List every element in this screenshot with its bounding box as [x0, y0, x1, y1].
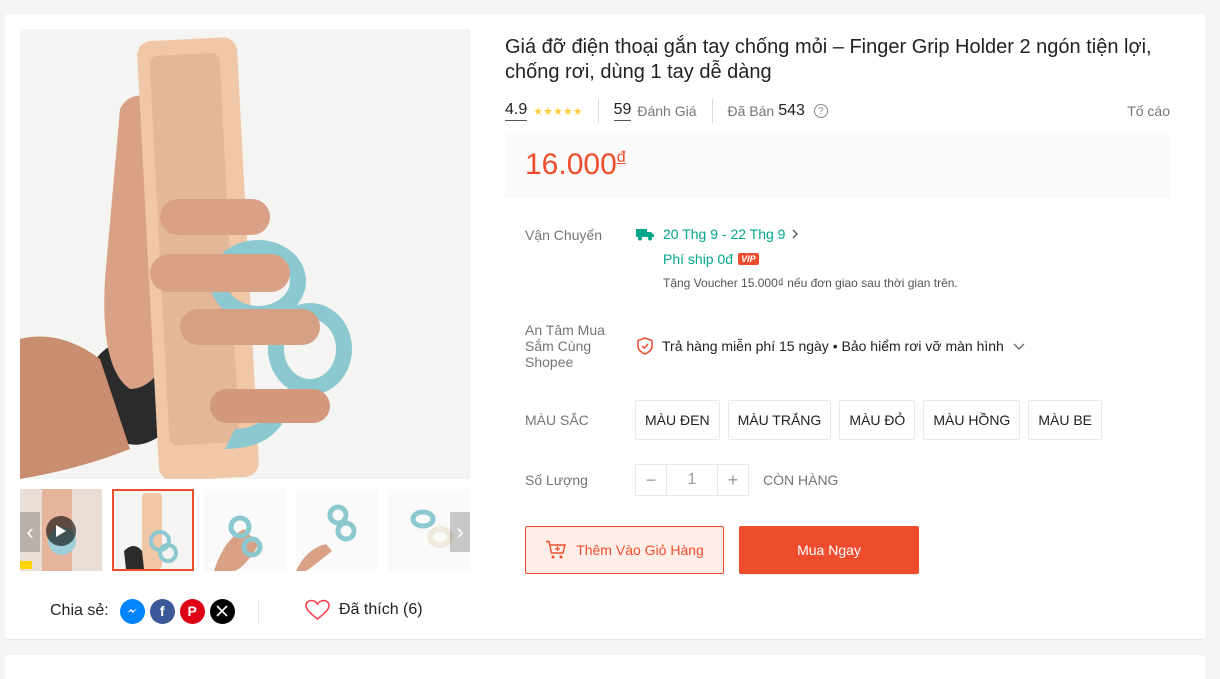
rating-stars: ★★★★★: [533, 105, 583, 118]
stock-status: CÒN HÀNG: [763, 472, 839, 488]
messenger-icon[interactable]: [119, 598, 145, 624]
share-label: Chia sẻ:: [50, 602, 109, 619]
quantity-increase-button[interactable]: +: [717, 464, 749, 496]
color-option-white[interactable]: MÀU TRẮNG: [727, 400, 832, 440]
thumbnail-next-arrow[interactable]: ›: [450, 512, 470, 552]
shipping-fee: Phí ship 0đ VIP: [663, 251, 759, 267]
reviews-count[interactable]: 59: [613, 101, 632, 121]
play-icon: [46, 516, 76, 546]
thumbnail-image[interactable]: [112, 489, 194, 571]
share-divider: [258, 599, 259, 625]
add-to-cart-button[interactable]: Thêm Vào Giỏ Hàng: [525, 526, 724, 574]
thumbnail-prev-arrow[interactable]: ‹: [20, 512, 40, 552]
chevron-down-icon: [1013, 343, 1025, 350]
quantity-stepper: − 1 +: [635, 464, 749, 496]
cart-icon: [546, 540, 567, 559]
color-option-pink[interactable]: MÀU HỒNG: [923, 400, 1021, 440]
shipping-label: Vận Chuyển: [525, 227, 603, 243]
reviews-label: Đánh Giá: [637, 103, 697, 119]
x-icon[interactable]: [209, 598, 235, 624]
price: 16.000đ: [525, 148, 626, 181]
quantity-input[interactable]: 1: [667, 464, 717, 496]
product-card: ‹ › Chia sẻ: f P Đã thích (6) Giá đỡ điệ…: [5, 14, 1205, 639]
stats-divider: [597, 99, 599, 123]
truck-icon: [636, 229, 654, 241]
color-option-beige[interactable]: MÀU BE: [1028, 400, 1102, 440]
color-option-black[interactable]: MÀU ĐEN: [635, 400, 720, 440]
color-label: MÀU SẮC: [525, 412, 589, 428]
next-section-card: [5, 655, 1205, 679]
product-stats: 4.9 ★★★★★ 59 Đánh Giá Đã Bán 543 ? Tố cá…: [505, 97, 1170, 125]
price-box: 16.000đ: [505, 133, 1170, 198]
like-button[interactable]: Đã thích (6): [305, 599, 423, 621]
chevron-right-icon: [792, 229, 799, 239]
sold-label: Đã Bán: [727, 103, 775, 119]
sold-count: 543: [778, 102, 805, 119]
thumbnail-image[interactable]: [204, 489, 286, 571]
thumbnail-strip: ‹ ›: [20, 489, 470, 571]
facebook-icon[interactable]: f: [149, 598, 175, 624]
product-title: Giá đỡ điện thoại gắn tay chống mỏi – Fi…: [505, 36, 1152, 83]
quantity-decrease-button[interactable]: −: [635, 464, 667, 496]
share-bar: Chia sẻ: f P: [50, 598, 235, 624]
assurance-dropdown[interactable]: Trả hàng miễn phí 15 ngày • Bảo hiểm rơi…: [637, 337, 1035, 355]
buy-now-button[interactable]: Mua Ngay: [739, 526, 919, 574]
rating-value[interactable]: 4.9: [505, 101, 528, 121]
like-label: Đã thích (6): [339, 601, 423, 618]
color-options: MÀU ĐEN MÀU TRẮNG MÀU ĐỎ MÀU HỒNG MÀU BE: [635, 400, 1110, 440]
report-link[interactable]: Tố cáo: [1127, 103, 1170, 119]
quantity-label: Số Lượng: [525, 472, 588, 488]
vip-badge: VIP: [738, 253, 759, 265]
stats-divider: [711, 99, 713, 123]
assurance-label: An Tâm Mua Sắm Cùng Shopee: [525, 322, 605, 370]
main-product-image[interactable]: [20, 29, 470, 479]
thumbnail-image[interactable]: [296, 489, 378, 571]
pinterest-icon[interactable]: P: [179, 598, 205, 624]
help-icon[interactable]: ?: [813, 104, 828, 118]
shield-icon: [637, 337, 653, 355]
heart-icon: [305, 599, 330, 621]
shipping-date[interactable]: 20 Thg 9 - 22 Thg 9: [635, 226, 801, 242]
shipping-note: Tặng Voucher 15.000₫ nếu đơn giao sau th…: [663, 276, 958, 290]
color-option-red[interactable]: MÀU ĐỎ: [839, 400, 916, 440]
